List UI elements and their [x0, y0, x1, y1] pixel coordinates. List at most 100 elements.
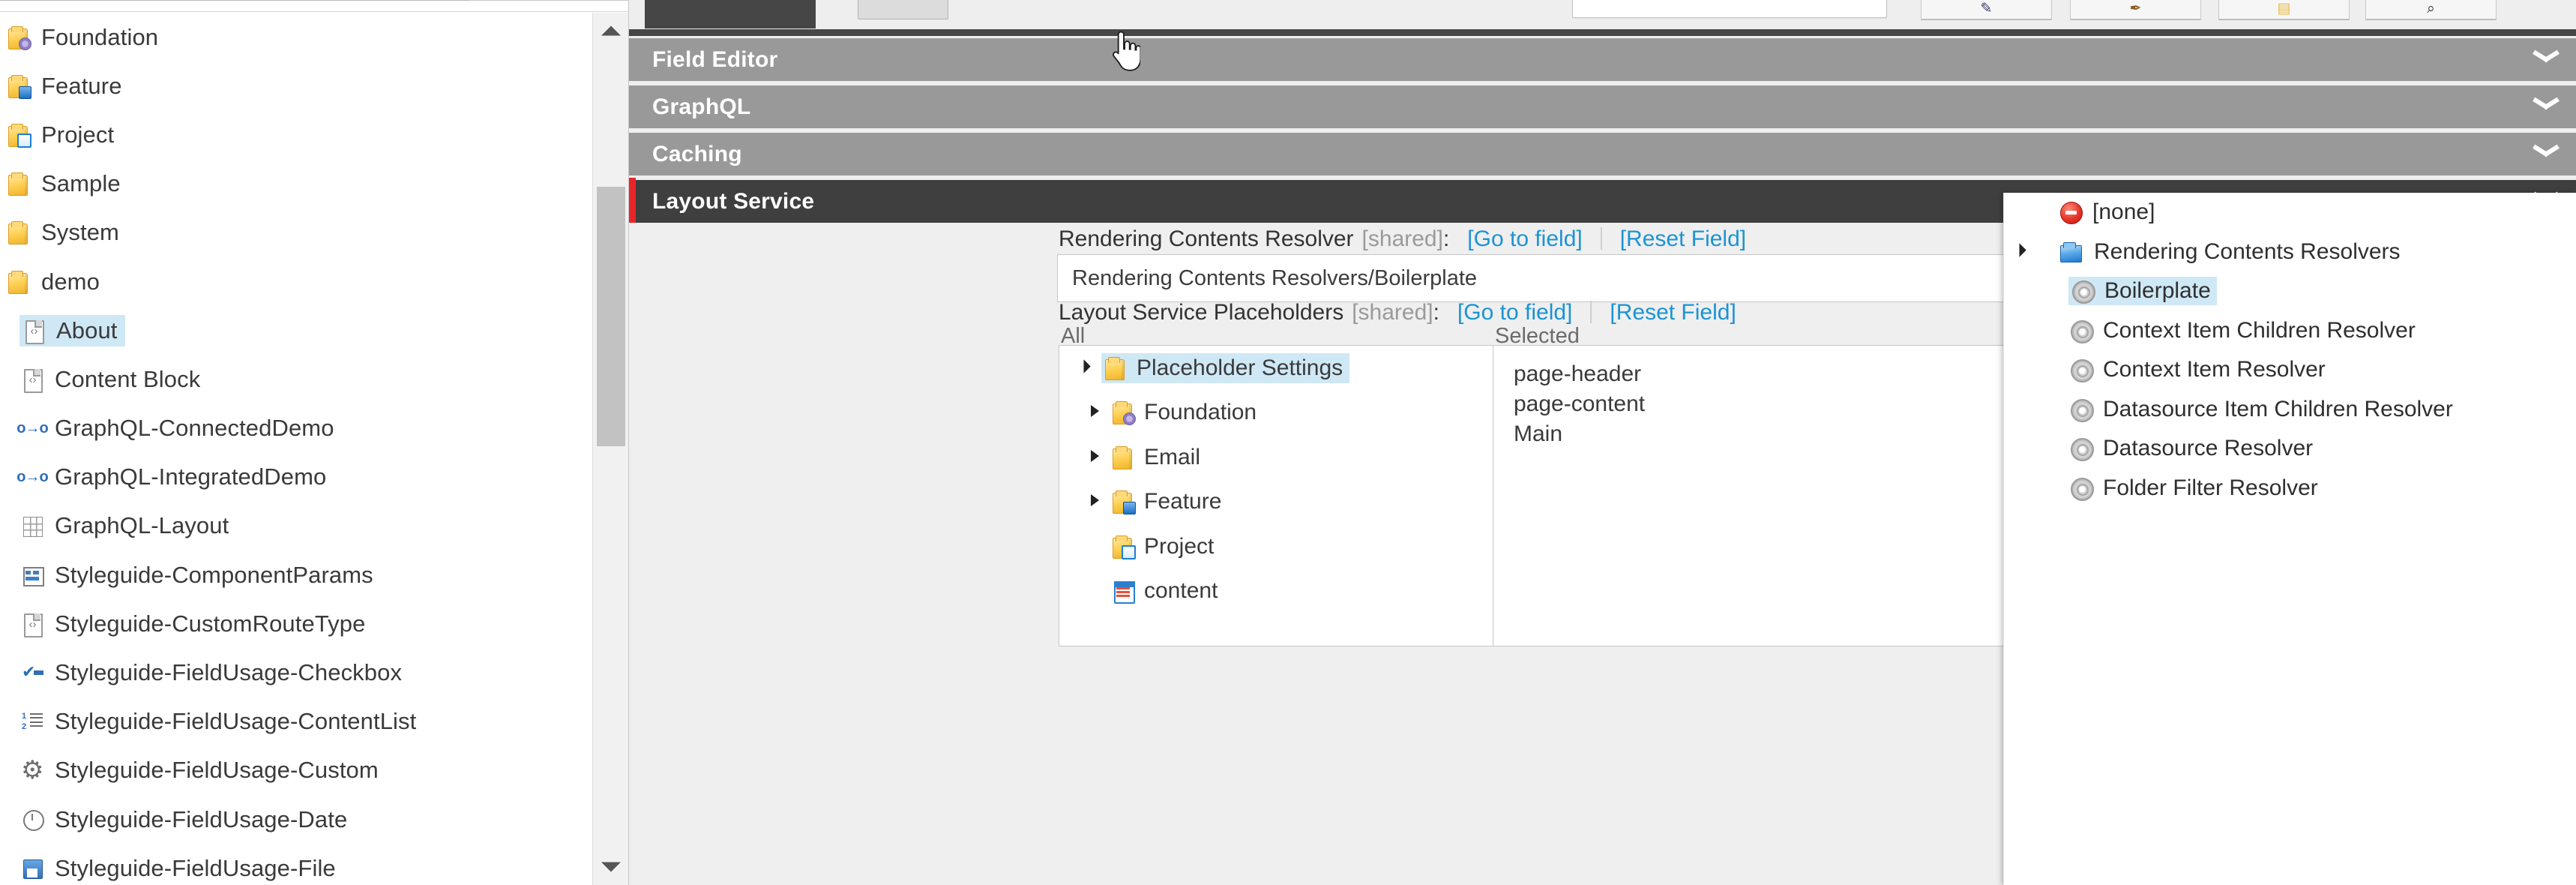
content-tree-item-label: demo	[41, 268, 100, 295]
folder-window-icon	[6, 122, 31, 148]
field-shared-tag: [shared]	[1352, 300, 1433, 325]
code-document-icon	[19, 366, 45, 393]
ribbon-button-4[interactable]: ⌕	[2365, 0, 2497, 20]
dropdown-option-label: Datasource Resolver	[2103, 436, 2314, 461]
section-header-graphql[interactable]: GraphQL	[629, 83, 2576, 128]
dropdown-option-label: Boilerplate	[2104, 278, 2211, 304]
expand-toggle-icon[interactable]	[1088, 539, 1103, 554]
expand-toggle-icon[interactable]	[2014, 204, 2031, 220]
rendering-contents-resolver-dropdown[interactable]: [none] Rendering Contents Resolvers Boiler…	[2003, 193, 2576, 885]
reset-field-link[interactable]: [Reset Field]	[1610, 300, 1736, 326]
dropdown-option[interactable]: Rendering Contents Resolvers	[2004, 232, 2576, 272]
dropdown-option[interactable]: Context Item Resolver	[2004, 350, 2576, 390]
link-divider	[1590, 301, 1592, 323]
content-tree-item[interactable]: Feature	[0, 62, 592, 110]
expand-toggle-icon[interactable]	[1079, 361, 1094, 376]
scrollbar-thumb[interactable]	[597, 187, 625, 446]
expand-toggle-icon[interactable]	[2014, 244, 2031, 260]
dropdown-option[interactable]: Boilerplate	[2004, 272, 2576, 311]
folder-plug-icon	[1110, 488, 1136, 515]
ribbon-button-3-icon: ▤	[2277, 1, 2291, 16]
content-tree-item-label: About	[56, 316, 118, 344]
mouse-cursor-pointer-icon	[1113, 31, 1140, 71]
content-tree-item[interactable]: demo	[0, 257, 592, 306]
section-header-caching[interactable]: Caching	[629, 130, 2576, 176]
dropdown-option[interactable]: Datasource Item Children Resolver	[2004, 390, 2576, 430]
content-tree-item-label: Styleguide-FieldUsage-Checkbox	[55, 659, 403, 686]
sidebar-scrollbar[interactable]	[592, 13, 628, 885]
resolver-icon	[2068, 318, 2094, 344]
content-tree-item[interactable]: GraphQL-IntegratedDemo	[0, 453, 592, 502]
stop-icon	[2058, 200, 2083, 225]
ribbon-active-tab[interactable]	[645, 0, 816, 28]
ribbon-text-input[interactable]	[1572, 0, 1887, 18]
ribbon-toolbar: ✎ ✒ ▤ ⌕	[629, 0, 2576, 36]
expand-toggle-icon[interactable]	[2014, 401, 2031, 418]
dropdown-option[interactable]: Datasource Resolver	[2004, 429, 2576, 469]
dropdown-option[interactable]: Context Item Children Resolver	[2004, 311, 2576, 351]
ribbon-button-1[interactable]: ✎	[1921, 0, 2052, 20]
expand-toggle-icon[interactable]	[1088, 494, 1103, 509]
content-tree-item[interactable]: GraphQL-ConnectedDemo	[0, 404, 592, 453]
expand-toggle-icon[interactable]	[2014, 362, 2031, 378]
scroll-up-button[interactable]	[593, 13, 628, 49]
content-tree-item[interactable]: GraphQL-Layout	[0, 502, 592, 550]
content-tree-item[interactable]: Project	[0, 110, 592, 159]
rendering-contents-resolver-label-row: Rendering Contents Resolver [shared] : […	[1059, 224, 1746, 252]
content-tree-item[interactable]: Foundation	[0, 13, 592, 62]
component-icon	[19, 562, 45, 589]
content-tree-item[interactable]: Styleguide-ComponentParams	[0, 550, 592, 599]
clock-icon	[19, 806, 45, 833]
content-tree-item-label: Styleguide-FieldUsage-ContentList	[55, 708, 417, 735]
section-title: Layout Service	[652, 188, 815, 214]
expand-toggle-icon[interactable]	[1088, 405, 1103, 420]
dropdown-option[interactable]: [none]	[2004, 193, 2576, 232]
reset-field-link[interactable]: [Reset Field]	[1620, 226, 1746, 252]
field-label: Layout Service Placeholders	[1059, 300, 1344, 325]
expand-toggle-icon[interactable]	[1088, 449, 1103, 465]
dropdown-option-label: Datasource Item Children Resolver	[2103, 396, 2453, 422]
placeholder-tree-item-label: Project	[1144, 533, 1215, 559]
section-header-field-editor[interactable]: Field Editor	[629, 36, 2576, 81]
numbered-list-icon	[19, 708, 45, 735]
dropdown-option-label: Rendering Contents Resolvers	[2094, 238, 2401, 264]
chevron-down-icon	[2533, 52, 2560, 68]
content-tree-item[interactable]: Styleguide-FieldUsage-Checkbox	[0, 648, 592, 697]
content-tree-item[interactable]: System	[0, 208, 592, 257]
expand-toggle-icon[interactable]	[2014, 283, 2031, 299]
dropdown-option-label: Context Item Children Resolver	[2103, 317, 2416, 343]
ribbon-button-3[interactable]: ▤	[2218, 0, 2350, 20]
scroll-down-button[interactable]	[593, 849, 628, 885]
content-tree-item[interactable]: Styleguide-CustomRouteType	[0, 599, 592, 648]
expand-toggle-icon[interactable]	[2014, 440, 2031, 457]
resolver-icon	[2070, 278, 2095, 304]
go-to-field-link[interactable]: [Go to field]	[1467, 226, 1582, 252]
content-tree-item[interactable]: Styleguide-FieldUsage-Custom	[0, 746, 592, 795]
folder-window-icon	[1110, 533, 1136, 560]
dropdown-option-list[interactable]: [none] Rendering Contents Resolvers Boiler…	[2004, 193, 2576, 508]
expand-toggle-icon[interactable]	[1088, 584, 1103, 598]
resolver-icon	[2068, 357, 2094, 383]
dropdown-option[interactable]: Folder Filter Resolver	[2004, 469, 2576, 508]
content-tree-item[interactable]: Styleguide-FieldUsage-Date	[0, 795, 592, 844]
content-tree-list[interactable]: Foundation Feature Project Sample System demo…	[0, 13, 592, 885]
content-tree-item-label: System	[41, 219, 119, 246]
checkbox-icon	[19, 659, 45, 686]
content-tree-item-label: Styleguide-ComponentParams	[55, 561, 373, 588]
content-tree-item-label: Styleguide-FieldUsage-Custom	[55, 757, 379, 784]
ribbon-field-button[interactable]	[858, 0, 948, 20]
content-tree-item[interactable]: About	[0, 306, 592, 355]
content-tree-item[interactable]: Content Block	[0, 355, 592, 404]
expand-toggle-icon[interactable]	[2014, 322, 2031, 339]
folder-icon	[1110, 444, 1136, 471]
placeholder-tree-item-label: Placeholder Settings	[1137, 355, 1343, 380]
placeholder-tree-item-label: Foundation	[1144, 400, 1257, 425]
content-tree-item[interactable]: Sample	[0, 160, 592, 208]
placeholder-tree-item-label: content	[1144, 578, 1218, 604]
ribbon-button-2[interactable]: ✒	[2070, 0, 2201, 20]
resolver-icon	[2068, 397, 2094, 422]
content-tree-item[interactable]: Styleguide-FieldUsage-ContentList	[0, 698, 592, 746]
expand-toggle-icon[interactable]	[2014, 480, 2031, 496]
go-to-field-link[interactable]: [Go to field]	[1457, 300, 1572, 326]
content-tree-item[interactable]: Styleguide-FieldUsage-File	[0, 844, 592, 885]
